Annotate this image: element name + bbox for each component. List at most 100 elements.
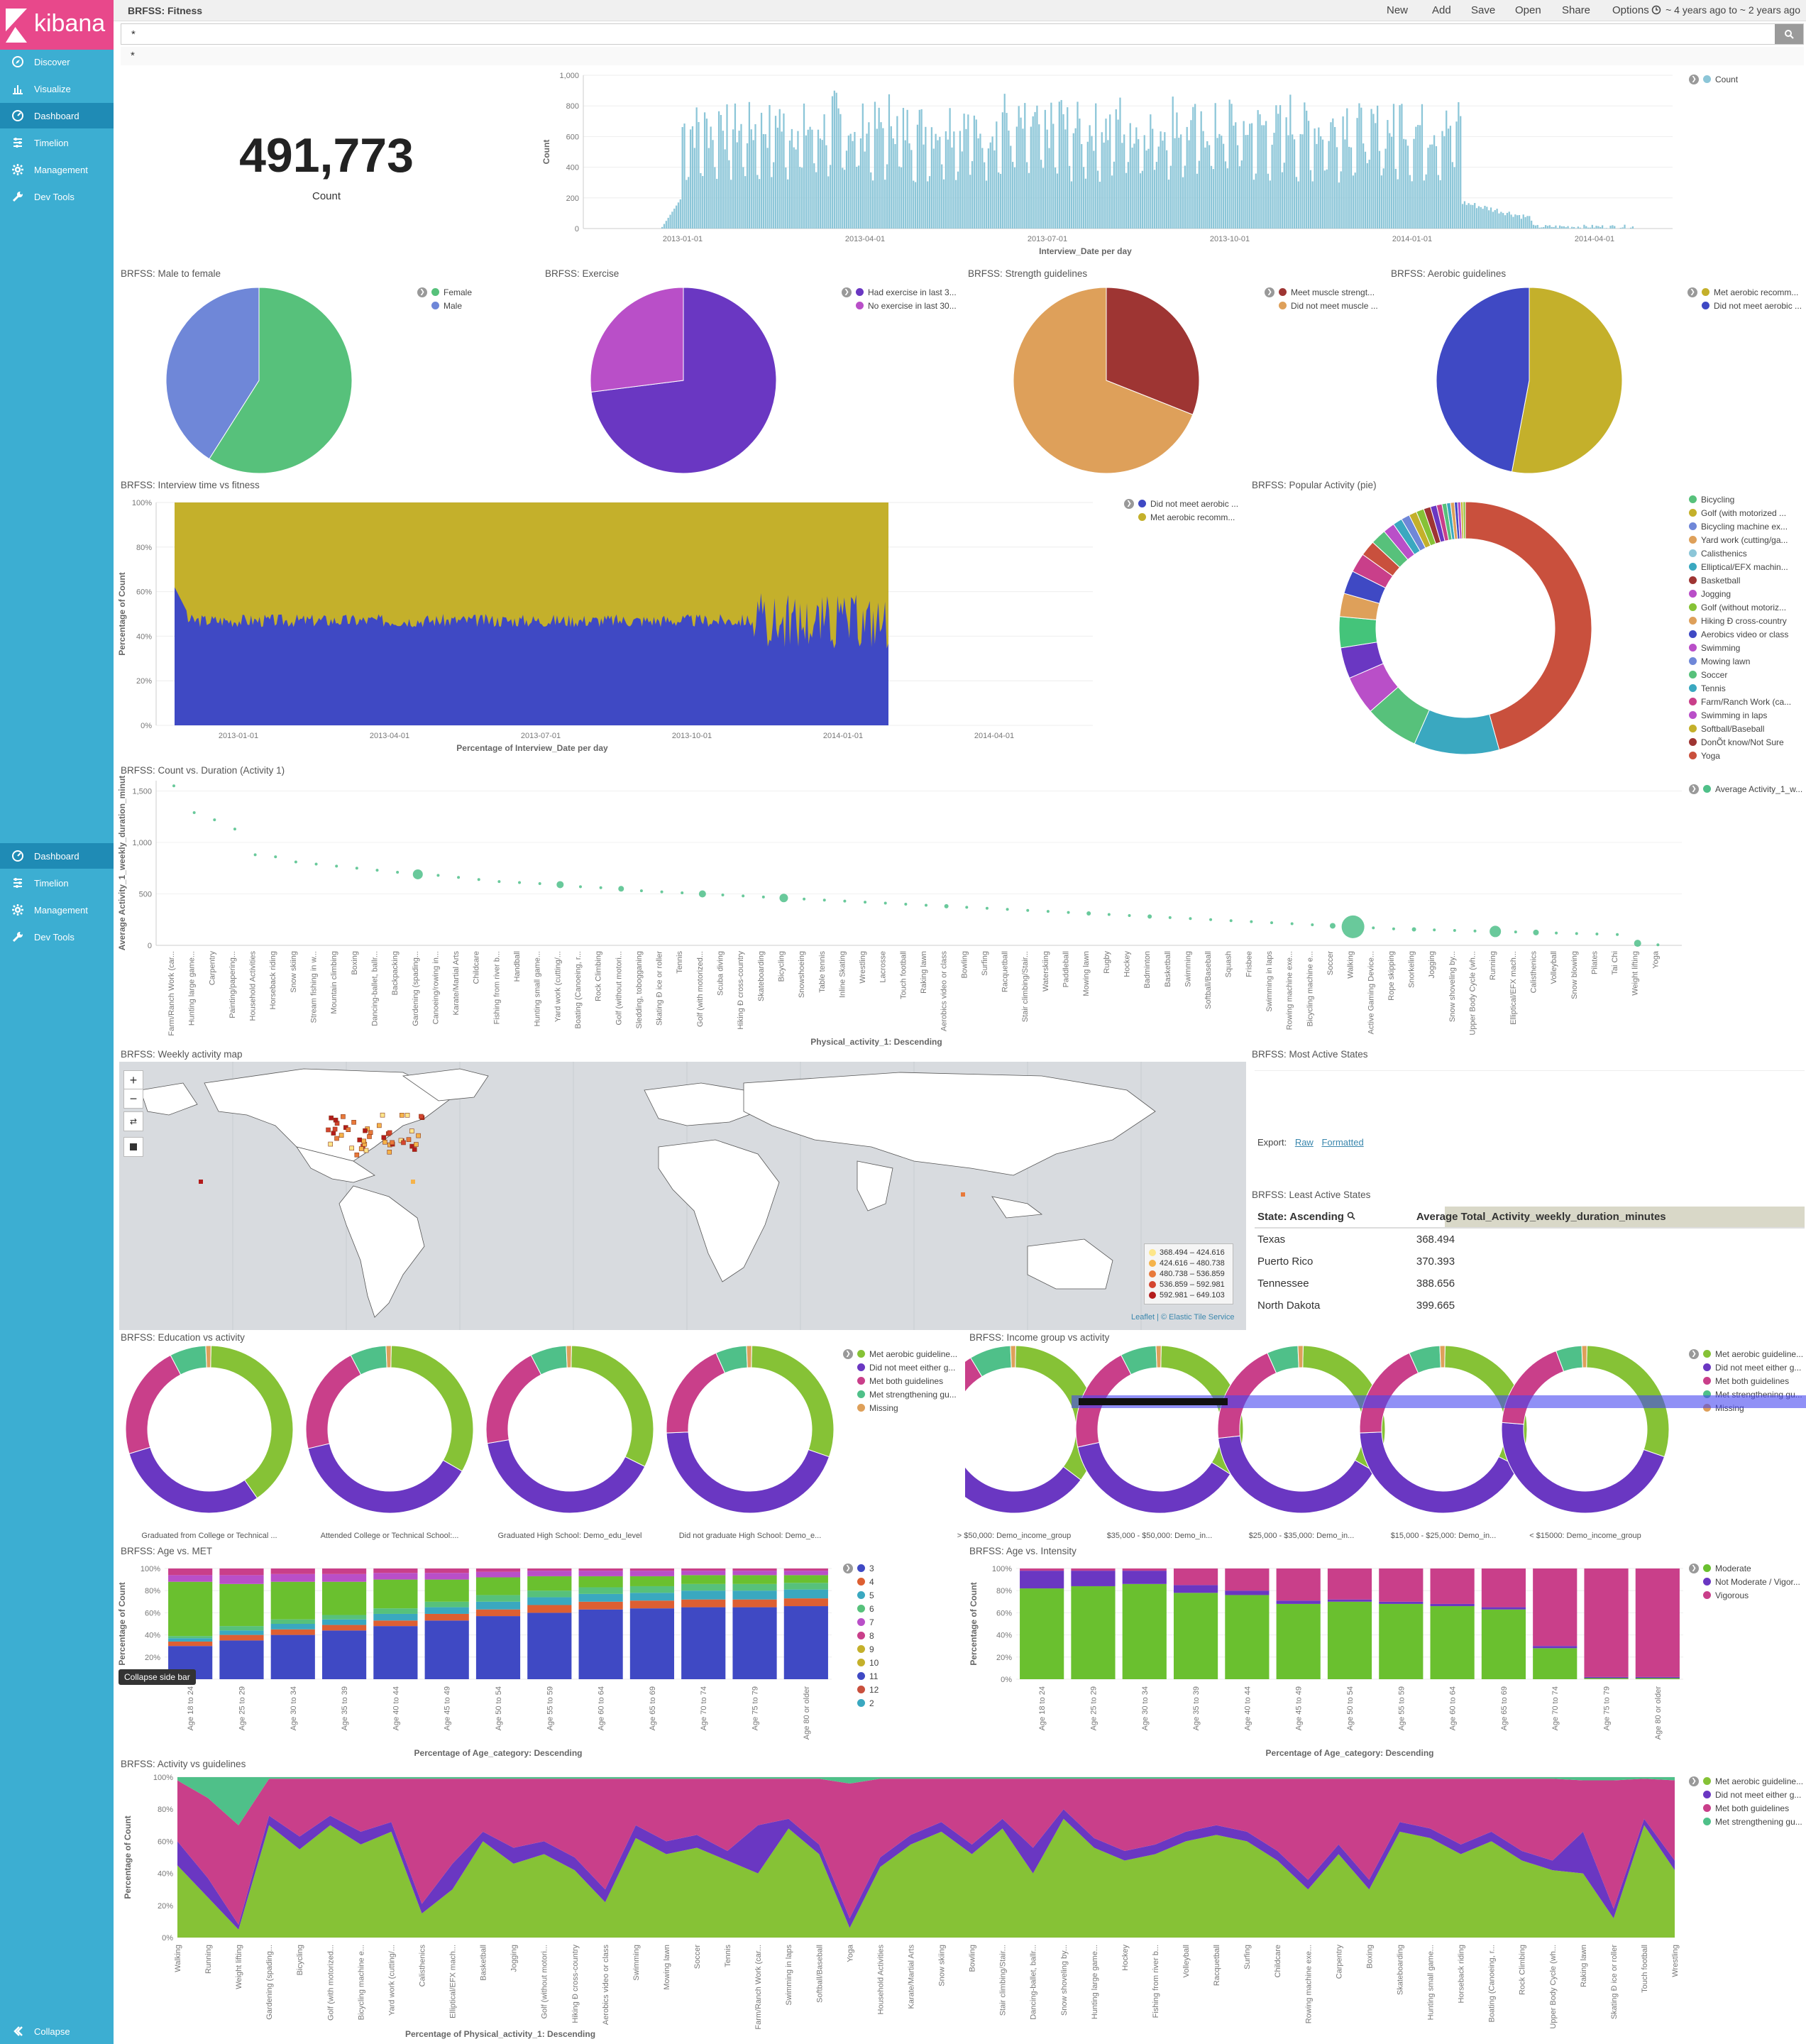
kibana-logo[interactable]: kibana bbox=[0, 0, 114, 50]
histogram-bar bbox=[1411, 181, 1413, 229]
donut-slice bbox=[1465, 501, 1592, 751]
legend-toggle-icon[interactable]: ❯ bbox=[417, 287, 427, 297]
x-tick-label: Painting/papering... bbox=[228, 951, 237, 1018]
open-button[interactable]: Open bbox=[1515, 4, 1541, 16]
world-map[interactable] bbox=[119, 1062, 1246, 1330]
export-formatted-link[interactable]: Formatted bbox=[1321, 1137, 1363, 1148]
histogram-bar bbox=[1423, 180, 1425, 229]
pie-legend: ❯ Female Male bbox=[417, 285, 472, 312]
selection-handle bbox=[1079, 1398, 1228, 1405]
x-tick-label: Soccer bbox=[1326, 951, 1335, 976]
state-marker bbox=[199, 1180, 203, 1184]
fit-bounds-button[interactable]: ⇄ bbox=[123, 1111, 143, 1131]
export-raw-link[interactable]: Raw bbox=[1295, 1137, 1314, 1148]
histogram-bar bbox=[807, 129, 809, 229]
stacked-bar-segment bbox=[578, 1609, 623, 1679]
nav-item-timelion[interactable]: Timelion bbox=[0, 130, 114, 155]
histogram-bar bbox=[1119, 97, 1121, 229]
legend-toggle-icon[interactable]: ❯ bbox=[1689, 784, 1699, 794]
legend-toggle-icon[interactable]: ❯ bbox=[1689, 1776, 1699, 1786]
nav-item-dashboard[interactable]: Dashboard bbox=[0, 843, 114, 869]
draw-rectangle-button[interactable] bbox=[123, 1137, 143, 1157]
legend-dot bbox=[1689, 698, 1697, 705]
histogram-bar bbox=[1529, 216, 1531, 229]
state-column-header[interactable]: State: Ascending bbox=[1255, 1207, 1414, 1229]
histogram-bar bbox=[801, 167, 803, 229]
time-picker[interactable]: ~ 4 years ago to ~ 2 years ago bbox=[1651, 4, 1800, 16]
legend-label: 4 bbox=[869, 1576, 874, 1587]
histogram-bar bbox=[788, 141, 791, 229]
nav-item-discover[interactable]: Discover bbox=[0, 49, 114, 75]
legend-label: Did not meet aerobic ... bbox=[1150, 498, 1239, 509]
legend-toggle-icon[interactable]: ❯ bbox=[1687, 287, 1697, 297]
scatter-point bbox=[803, 897, 806, 901]
histogram-bar bbox=[939, 136, 941, 229]
histogram-bar bbox=[691, 126, 694, 229]
histogram-bar bbox=[1358, 103, 1360, 229]
add-button[interactable]: Add bbox=[1432, 4, 1451, 16]
scatter-point bbox=[618, 886, 624, 892]
nav-item-dev-tools[interactable]: Dev Tools bbox=[0, 184, 114, 209]
save-button[interactable]: Save bbox=[1471, 4, 1495, 16]
legend-dot bbox=[1689, 644, 1697, 652]
search-button[interactable] bbox=[1775, 24, 1803, 44]
histogram-bar bbox=[1555, 225, 1557, 229]
x-tick-label: Boxing bbox=[351, 951, 359, 975]
stacked-bar-segment bbox=[629, 1568, 675, 1571]
share-button[interactable]: Share bbox=[1562, 4, 1590, 16]
histogram-bar bbox=[1292, 134, 1294, 229]
histogram-bar bbox=[663, 224, 666, 229]
histogram-bar bbox=[803, 103, 805, 229]
histogram-bar bbox=[1482, 209, 1484, 229]
collapse-button[interactable]: Collapse bbox=[0, 2018, 114, 2044]
histogram-bar bbox=[1058, 101, 1060, 229]
legend-label: Met both guidelines bbox=[1715, 1803, 1790, 1813]
legend-toggle-icon[interactable]: ❯ bbox=[1689, 1348, 1699, 1359]
legend-toggle-icon[interactable]: ❯ bbox=[842, 287, 852, 297]
histogram-bar bbox=[1573, 226, 1575, 229]
histogram-bar bbox=[1486, 207, 1488, 229]
histogram-bar bbox=[1599, 226, 1602, 229]
nav-item-timelion[interactable]: Timelion bbox=[0, 870, 114, 896]
histogram-bar bbox=[1344, 139, 1346, 229]
histogram-bar bbox=[1117, 119, 1119, 229]
map-attribution[interactable]: Leaflet | © Elastic Tile Service bbox=[1131, 1313, 1234, 1322]
x-tick-label: 2013-10-01 bbox=[1210, 235, 1250, 243]
new-button[interactable]: New bbox=[1387, 4, 1408, 16]
histogram-bar bbox=[1377, 105, 1379, 229]
legend-swatch bbox=[1149, 1291, 1156, 1299]
legend-dot bbox=[1703, 75, 1711, 83]
histogram-bar bbox=[728, 160, 730, 229]
donut-label: Attended College or Technical School:... bbox=[320, 1532, 459, 1540]
histogram-bar bbox=[1196, 173, 1199, 229]
histogram-bar bbox=[999, 173, 1002, 229]
legend-dot bbox=[1702, 302, 1709, 309]
nav-item-management[interactable]: Management bbox=[0, 897, 114, 923]
options-button[interactable]: Options bbox=[1612, 4, 1649, 16]
legend-toggle-icon[interactable]: ❯ bbox=[1689, 74, 1699, 84]
nav-item-management[interactable]: Management bbox=[0, 157, 114, 182]
legend-toggle-icon[interactable]: ❯ bbox=[1689, 1563, 1699, 1573]
x-tick-label: Snow skiing bbox=[290, 951, 298, 993]
scatter-point bbox=[233, 828, 236, 831]
average-column-header[interactable]: Average Total_Activity_weekly_duration_m… bbox=[1413, 1207, 1805, 1229]
zoom-out-button[interactable]: − bbox=[123, 1089, 143, 1109]
legend-toggle-icon[interactable]: ❯ bbox=[843, 1563, 853, 1573]
x-tick-label: Inline Skating bbox=[838, 951, 847, 998]
histogram-bar bbox=[1601, 225, 1604, 229]
legend-toggle-icon[interactable]: ❯ bbox=[843, 1348, 853, 1359]
histogram-bar bbox=[1145, 150, 1147, 229]
nav-item-dev-tools[interactable]: Dev Tools bbox=[0, 924, 114, 950]
histogram-bar bbox=[876, 128, 878, 229]
filter-row[interactable]: * bbox=[121, 47, 1804, 65]
histogram-bar bbox=[759, 179, 761, 229]
zoom-in-button[interactable]: + bbox=[123, 1070, 143, 1090]
query-input[interactable] bbox=[131, 28, 1692, 40]
legend-toggle-icon[interactable]: ❯ bbox=[1265, 287, 1274, 297]
nav-item-visualize[interactable]: Visualize bbox=[0, 76, 114, 101]
histogram-bar bbox=[1204, 147, 1206, 229]
histogram-bar bbox=[1218, 133, 1221, 229]
legend-toggle-icon[interactable]: ❯ bbox=[1124, 498, 1134, 509]
nav-item-dashboard[interactable]: Dashboard bbox=[0, 103, 114, 128]
stacked-bar-segment bbox=[373, 1613, 418, 1621]
